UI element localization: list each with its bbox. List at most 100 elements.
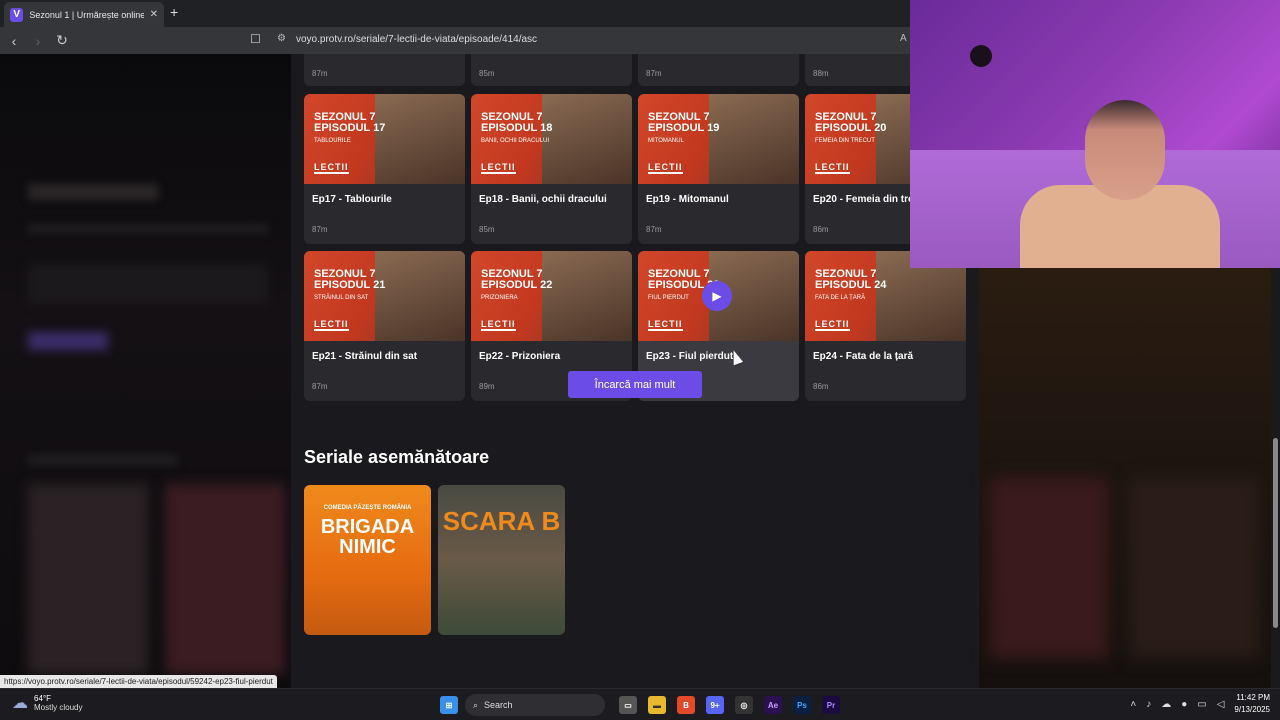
poster-title: SCARA B bbox=[442, 506, 561, 536]
episode-card-partial[interactable]: 87m bbox=[638, 54, 799, 86]
speaker-icon[interactable]: ♪ bbox=[1146, 699, 1151, 710]
episode-card-partial[interactable]: 87m bbox=[304, 54, 465, 86]
system-tray: ˄ ♪ ☁ ● ▭ ◁ 11:42 PM 9/13/2025 bbox=[1130, 692, 1270, 716]
thumbnail-subtitle: MITOMANUL bbox=[648, 138, 684, 144]
episode-duration: 86m bbox=[813, 382, 829, 391]
episode-card[interactable]: SEZONUL 7 EPISODUL 17 TABLOURILE LECTII Ep17… bbox=[304, 94, 465, 244]
navigation-bar: ‹ › ↻ ☐ ⚙ voyo.protv.ro/seriale/7-lectii… bbox=[0, 27, 910, 54]
network-icon[interactable]: ☁ bbox=[1161, 699, 1171, 710]
scrollbar-thumb[interactable] bbox=[1273, 438, 1278, 628]
discord-icon[interactable]: 9+ bbox=[706, 696, 724, 714]
episode-title: Ep21 - Străinul din sat bbox=[312, 351, 418, 362]
new-tab-icon[interactable]: + bbox=[170, 4, 178, 20]
brave-browser-icon[interactable]: B bbox=[677, 696, 695, 714]
thumbnail-subtitle: TABLOURILE bbox=[314, 138, 351, 144]
obs-icon[interactable]: ◎ bbox=[735, 696, 753, 714]
lectii-logo: LECTII bbox=[481, 162, 516, 174]
episode-card[interactable]: SEZONUL 7 EPISODUL 24 FATA DE LA ȚARĂ LECTI… bbox=[805, 251, 966, 401]
episode-card-partial[interactable]: 85m bbox=[471, 54, 632, 86]
browser-tab[interactable]: V Sezonul 1 | Urmărește online no ✕ bbox=[4, 2, 164, 27]
episode-title: Ep18 - Banii, ochii dracului bbox=[479, 194, 607, 205]
episode-thumbnail[interactable]: SEZONUL 7 EPISODUL 22 PRIZONIERA LECTII bbox=[471, 251, 632, 341]
thumbnail-subtitle: PRIZONIERA bbox=[481, 295, 518, 301]
load-more-button[interactable]: Încarcă mai mult bbox=[568, 371, 702, 398]
site-info-icon[interactable]: ⚙ bbox=[277, 33, 286, 44]
episode-duration: 87m bbox=[312, 225, 328, 234]
thumbnail-season-text: SEZONUL 7 EPISODUL 21 bbox=[314, 268, 386, 291]
clock-date: 9/13/2025 bbox=[1234, 705, 1270, 714]
episode-duration: 87m bbox=[312, 382, 328, 391]
episode-scene-image bbox=[375, 251, 465, 341]
thumbnail-season-text: SEZONUL 7 EPISODUL 17 bbox=[314, 111, 386, 134]
episode-title: Ep24 - Fata de la țară bbox=[813, 351, 914, 362]
lectii-logo: LECTII bbox=[815, 162, 850, 174]
photoshop-icon[interactable]: Ps bbox=[793, 696, 811, 714]
bookmark-icon[interactable]: ☐ bbox=[250, 32, 261, 46]
poster-title: BRIGADA NIMIC bbox=[320, 516, 415, 558]
weather-temperature: 64°F bbox=[34, 694, 51, 703]
episode-card[interactable]: SEZONUL 7 EPISODUL 21 STRĂINUL DIN SAT LECT… bbox=[304, 251, 465, 401]
poster-tagline: COMEDIA PĂZEȘTE ROMÂNIA bbox=[323, 505, 412, 511]
thumbnail-season-text: SEZONUL 7 EPISODUL 18 bbox=[481, 111, 553, 134]
cloud-icon: ☁ bbox=[12, 695, 28, 712]
thumbnail-subtitle: FEMEIA DIN TRECUT bbox=[815, 138, 875, 144]
thumbnail-subtitle: STRĂINUL DIN SAT bbox=[314, 295, 369, 301]
episode-duration: 87m bbox=[312, 69, 328, 78]
weather-description: Mostly cloudy bbox=[34, 703, 83, 712]
episode-duration: 87m bbox=[646, 225, 662, 234]
thumbnail-season-text: SEZONUL 7 EPISODUL 22 bbox=[481, 268, 553, 291]
play-icon[interactable]: ▶ bbox=[702, 281, 732, 311]
episode-title: Ep19 - Mitomanul bbox=[646, 194, 729, 205]
notification-badge: 9+ bbox=[710, 700, 720, 710]
blurred-background-left bbox=[0, 54, 291, 688]
episode-thumbnail[interactable]: SEZONUL 7 EPISODUL 17 TABLOURILE LECTII bbox=[304, 94, 465, 184]
webcam-overlay bbox=[910, 0, 1280, 268]
display-icon[interactable]: ▭ bbox=[1197, 699, 1206, 710]
episode-title: Ep17 - Tablourile bbox=[312, 194, 392, 205]
episode-thumbnail[interactable]: SEZONUL 7 EPISODUL 23 FIUL PIERDUT LECTII ▶ bbox=[638, 251, 799, 341]
taskbar-clock[interactable]: 11:42 PM 9/13/2025 bbox=[1234, 692, 1270, 716]
similar-series-poster[interactable]: COMEDIA PĂZEȘTE ROMÂNIA BRIGADA NIMIC bbox=[304, 485, 431, 635]
microphone-tray-icon[interactable]: ● bbox=[1181, 699, 1187, 710]
episode-card[interactable]: SEZONUL 7 EPISODUL 18 BANII, OCHII DRACULU… bbox=[471, 94, 632, 244]
thumbnail-subtitle: FATA DE LA ȚARĂ bbox=[815, 295, 866, 301]
weather-widget[interactable]: ☁ 64°F Mostly cloudy bbox=[12, 693, 82, 713]
lectii-logo: LECTII bbox=[648, 319, 683, 331]
thumbnail-season-text: SEZONUL 7 EPISODUL 19 bbox=[648, 111, 720, 134]
forward-arrow-icon[interactable]: › bbox=[28, 33, 48, 49]
clock-time: 11:42 PM bbox=[1236, 693, 1270, 702]
translate-icon[interactable]: A bbox=[900, 33, 907, 44]
taskbar-search[interactable]: ⌕ Search bbox=[465, 694, 605, 716]
close-tab-icon[interactable]: ✕ bbox=[150, 9, 158, 20]
similar-series-title: Seriale asemănătoare bbox=[304, 447, 490, 467]
episode-duration: 88m bbox=[813, 69, 829, 78]
taskbar: ☁ 64°F Mostly cloudy ⊞ ⌕ Search ▭ ▬ B 9+… bbox=[0, 688, 1280, 720]
lectii-logo: LECTII bbox=[648, 162, 683, 174]
thumbnail-subtitle: FIUL PIERDUT bbox=[648, 295, 689, 301]
scrollbar[interactable] bbox=[1271, 268, 1280, 688]
episode-scene-image bbox=[709, 94, 799, 184]
premiere-pro-icon[interactable]: Pr bbox=[822, 696, 840, 714]
episode-scene-image bbox=[542, 251, 632, 341]
episode-thumbnail[interactable]: SEZONUL 7 EPISODUL 18 BANII, OCHII DRACULU… bbox=[471, 94, 632, 184]
microphone-icon bbox=[970, 45, 992, 67]
task-view-icon[interactable]: ▭ bbox=[619, 696, 637, 714]
volume-icon[interactable]: ◁ bbox=[1217, 699, 1225, 710]
chevron-up-icon[interactable]: ˄ bbox=[1130, 699, 1136, 710]
episode-duration: 85m bbox=[479, 225, 495, 234]
episode-card[interactable]: SEZONUL 7 EPISODUL 19 MITOMANUL LECTII Ep19 … bbox=[638, 94, 799, 244]
back-arrow-icon[interactable]: ‹ bbox=[4, 33, 24, 49]
episode-thumbnail[interactable]: SEZONUL 7 EPISODUL 19 MITOMANUL LECTII bbox=[638, 94, 799, 184]
search-label: Search bbox=[484, 700, 513, 710]
thumbnail-season-text: SEZONUL 7 EPISODUL 24 bbox=[815, 268, 887, 291]
reload-icon[interactable]: ↻ bbox=[52, 32, 72, 49]
after-effects-icon[interactable]: Ae bbox=[764, 696, 782, 714]
lectii-logo: LECTII bbox=[481, 319, 516, 331]
file-explorer-icon[interactable]: ▬ bbox=[648, 696, 666, 714]
similar-series-poster[interactable]: SCARA B bbox=[438, 485, 565, 635]
lectii-logo: LECTII bbox=[815, 319, 850, 331]
windows-start-icon[interactable]: ⊞ bbox=[440, 696, 458, 714]
episode-thumbnail[interactable]: SEZONUL 7 EPISODUL 21 STRĂINUL DIN SAT LECT… bbox=[304, 251, 465, 341]
address-bar[interactable]: voyo.protv.ro/seriale/7-lectii-de-viata/… bbox=[296, 34, 537, 45]
episode-duration: 86m bbox=[813, 225, 829, 234]
